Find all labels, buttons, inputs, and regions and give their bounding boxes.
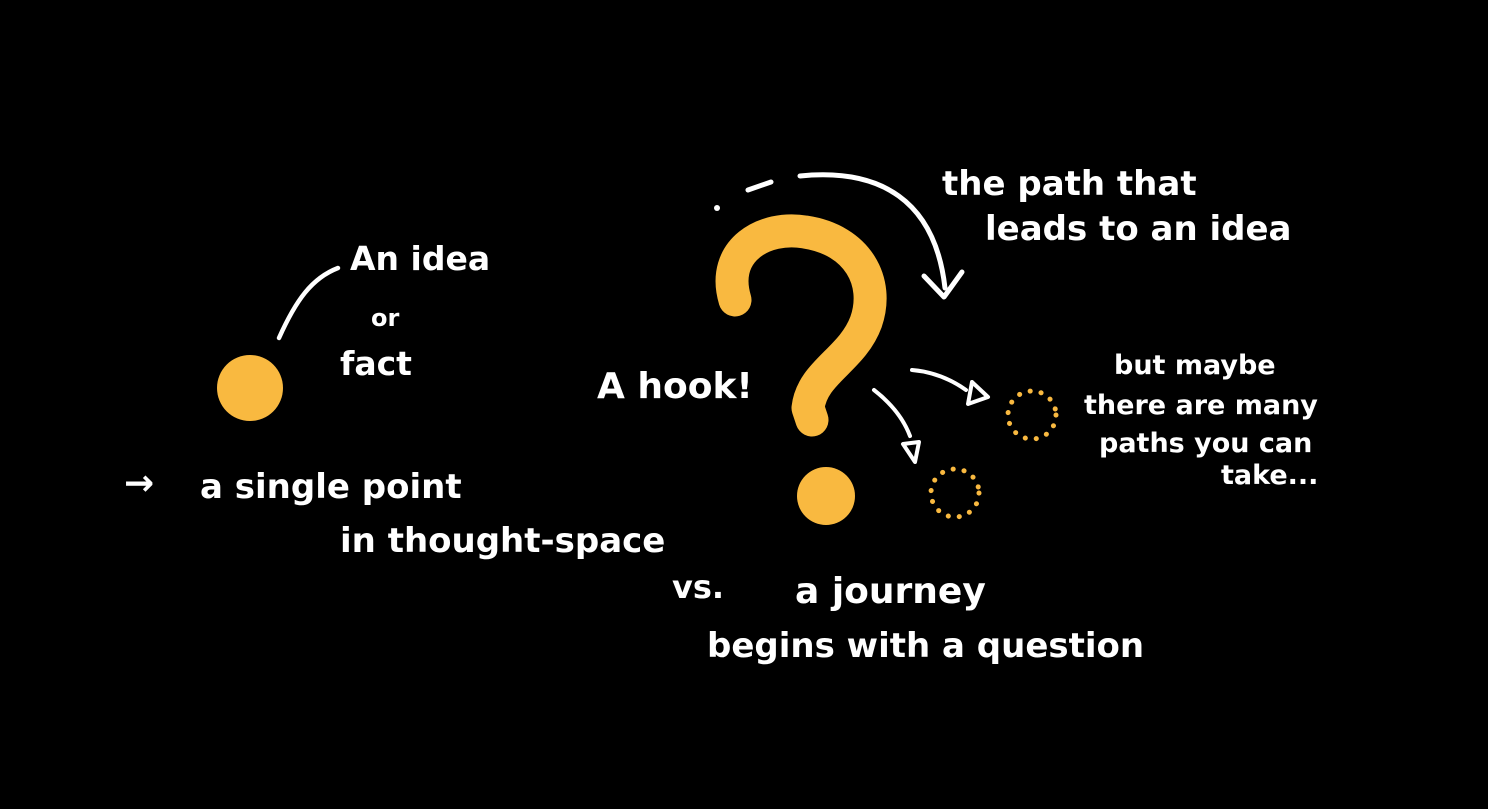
diagram-canvas: An idea or fact → a single point in thou… (0, 0, 1488, 809)
hook-label: A hook! (597, 366, 753, 407)
idea-label-line2: or (371, 304, 399, 332)
path-label-line2: leads to an idea (985, 209, 1292, 249)
idea-dot (217, 355, 283, 421)
path-label-line1: the path that (942, 164, 1197, 204)
path-start-dot (714, 205, 720, 211)
journey-caption-line1: a journey (795, 571, 986, 612)
single-point-caption-line1: a single point (200, 467, 462, 507)
vs-label: vs. (672, 568, 724, 606)
many-paths-note-line4: take... (1221, 460, 1318, 491)
many-paths-note-line1: but maybe (1114, 350, 1276, 381)
journey-caption-line2: begins with a question (707, 626, 1144, 666)
many-paths-note-line2: there are many (1084, 390, 1318, 421)
idea-label-line3: fact (340, 344, 412, 383)
idea-label-line1: An idea (350, 239, 490, 278)
many-paths-note-line3: paths you can (1099, 428, 1312, 459)
question-mark-dot (797, 467, 855, 525)
single-point-caption-line2: in thought-space (340, 521, 665, 561)
arrow-right-icon: → (124, 463, 154, 504)
